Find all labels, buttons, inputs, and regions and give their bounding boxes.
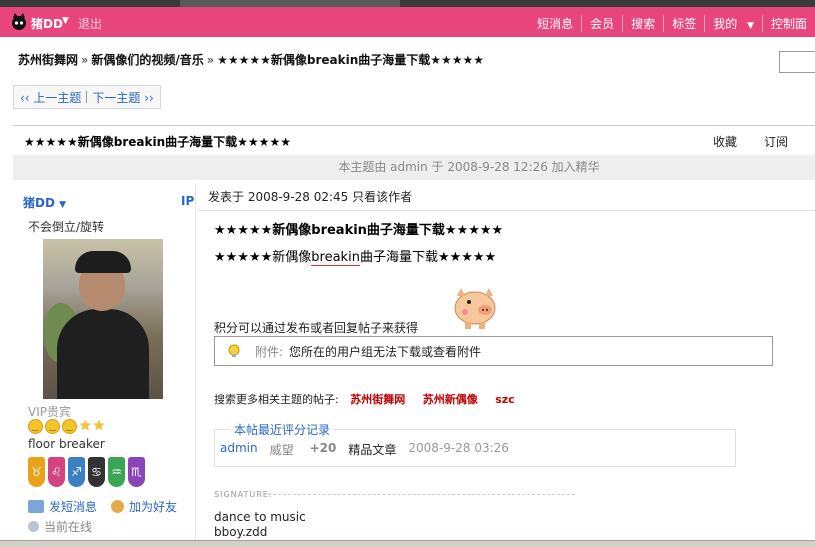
thread-actions: 收藏 订阅 xyxy=(713,133,815,150)
signature-text: dance to music bboy.zdd xyxy=(214,510,306,540)
avatar xyxy=(43,239,163,399)
search-box[interactable] xyxy=(779,51,815,73)
chevron-down-icon: ▼ xyxy=(59,200,67,210)
window-top-strip xyxy=(0,0,815,7)
rating-log: 本帖最近评分记录 admin 威望 +20 精品文章 2008-9-28 03:… xyxy=(214,421,736,467)
subscribe-link[interactable]: 订阅 xyxy=(764,133,788,150)
related-tag-link[interactable]: szc xyxy=(495,393,514,406)
related-tag-link[interactable]: 苏州新偶像 xyxy=(423,393,478,406)
medal-icon: ♒ xyxy=(108,457,125,487)
thread-header: ★★★★★新偶像breakin曲子海量下载★★★★★ 收藏 订阅 xyxy=(13,125,815,155)
rating-row: admin 威望 +20 精品文章 2008-9-28 03:26 xyxy=(220,441,521,458)
rating-time: 2008-9-28 03:26 xyxy=(408,441,509,455)
medal-icon: ♋ xyxy=(88,457,105,487)
breadcrumb-separator: » xyxy=(206,53,215,67)
rating-legend: 本帖最近评分记录 xyxy=(230,421,335,438)
nav-my-label: 我的 xyxy=(713,17,738,31)
post-divider xyxy=(198,210,815,211)
points-hint: 积分可以通过发布或者回复帖子来获得 xyxy=(214,321,419,335)
smiley-icon: ‿ xyxy=(28,419,43,434)
logout-link[interactable]: 退出 xyxy=(78,15,102,32)
nav-my[interactable]: 我的 ▼ xyxy=(704,15,762,32)
chevron-down-icon[interactable]: ▼ xyxy=(62,16,69,26)
attachment-label: 附件: xyxy=(255,344,284,359)
prev-thread-link[interactable]: ‹‹ 上一主题 xyxy=(20,89,81,106)
related-search: 搜索更多相关主题的帖子: 苏州街舞网 苏州新偶像 szc xyxy=(214,391,521,407)
related-label: 搜索更多相关主题的帖子: xyxy=(214,393,339,406)
post-title: ★★★★★新偶像breakin曲子海量下载★★★★★ xyxy=(214,223,504,238)
author-name-label: 猪DD xyxy=(23,196,55,210)
attachment-message: 您所在的用户组无法下载或查看附件 xyxy=(289,344,482,359)
post-body-underlined: breakin xyxy=(311,250,360,266)
breadcrumb-current: ★★★★★新偶像breakin曲子海量下载★★★★★ xyxy=(217,53,485,67)
add-friend-link[interactable]: 加为好友 xyxy=(129,498,177,515)
breadcrumb-home[interactable]: 苏州街舞网 xyxy=(18,53,78,67)
digest-notice: 本主题由 admin 于 2008-9-28 12:26 加入精华 xyxy=(13,155,815,180)
author-sidebar: 猪DD ▼ IP 不会倒立/旋转 VIP贵宾 ‿ ‿ ‿ ★ ★ floor b… xyxy=(13,183,196,546)
author-title: floor breaker xyxy=(28,437,105,451)
medal-icon: ♉ xyxy=(28,457,45,487)
cat-logo-icon xyxy=(12,13,26,30)
post-body: ★★★★★新偶像breakin曲子海量下载★★★★★ xyxy=(214,246,497,266)
browser-tab[interactable] xyxy=(180,0,400,7)
rating-value: +20 xyxy=(309,441,337,455)
medal-icon: ♐ xyxy=(68,457,85,487)
signature-line: dance to music xyxy=(214,510,306,524)
avatar-body xyxy=(57,309,149,399)
favorite-link[interactable]: 收藏 xyxy=(713,133,737,150)
rating-reason: 精品文章 xyxy=(348,443,397,457)
signature-line: bboy.zdd xyxy=(214,525,268,539)
nav-members[interactable]: 会员 xyxy=(581,15,622,32)
author-actions: 发短消息 加为好友 xyxy=(28,498,177,515)
nav-control-panel[interactable]: 控制面 xyxy=(761,15,815,32)
nav-tags[interactable]: 标签 xyxy=(663,15,704,32)
digest-notice-text: 本主题由 admin 于 2008-9-28 12:26 加入精华 xyxy=(338,160,600,174)
attachment-notice: 附件: 您所在的用户组无法下载或查看附件 xyxy=(214,336,773,366)
medal-icon: ♏ xyxy=(128,457,145,487)
envelope-icon xyxy=(28,500,44,513)
post-body-post: 曲子海量下载★★★★★ xyxy=(359,250,497,265)
pig-emoticon-icon xyxy=(454,288,496,329)
smiley-icon: ‿ xyxy=(45,419,60,434)
top-nav: 短消息 会员 搜索 标签 我的 ▼ 控制面 xyxy=(529,15,815,32)
nav-search[interactable]: 搜索 xyxy=(622,15,663,32)
rating-field: 威望 xyxy=(270,441,306,458)
breadcrumb-separator: » xyxy=(81,53,89,67)
chevron-down-icon: ▼ xyxy=(747,21,754,31)
rating-user-link[interactable]: admin xyxy=(220,441,258,458)
thread-pager: ‹‹ 上一主题 下一主题 ›› xyxy=(13,85,161,109)
author-name[interactable]: 猪DD ▼ xyxy=(23,194,66,211)
user-online-icon xyxy=(28,521,39,532)
breadcrumb: 苏州街舞网» 新偶像们的视频/音乐» ★★★★★新偶像breakin曲子海量下载★★… xyxy=(18,51,484,68)
thread-title: ★★★★★新偶像breakin曲子海量下载★★★★★ xyxy=(24,135,291,149)
medal-badges: ♉ ♌ ♐ ♋ ♒ ♏ xyxy=(28,457,148,487)
related-tag-link[interactable]: 苏州街舞网 xyxy=(350,393,405,406)
ip-link[interactable]: IP xyxy=(181,194,194,208)
post-content: 发表于 2008-9-28 02:45 只看该作者 ★★★★★新偶像breaki… xyxy=(198,183,815,546)
author-motto: 不会倒立/旋转 xyxy=(28,220,105,234)
online-status-text: 当前在线 xyxy=(44,520,93,534)
username-link[interactable]: 猪DD xyxy=(31,15,63,32)
pager-divider xyxy=(86,91,88,103)
signature-divider xyxy=(258,494,575,495)
post-meta: 发表于 2008-9-28 02:45 只看该作者 xyxy=(208,190,413,204)
add-friend-icon xyxy=(111,500,125,513)
nav-messages[interactable]: 短消息 xyxy=(529,15,581,32)
star-icon: ★ xyxy=(79,418,92,434)
online-status: 当前在线 xyxy=(28,518,92,535)
post-body-pre: ★★★★★新偶像 xyxy=(214,250,312,265)
medal-icon: ♌ xyxy=(48,457,65,487)
breadcrumb-forum[interactable]: 新偶像们的视频/音乐 xyxy=(91,53,203,67)
lightbulb-icon xyxy=(228,344,240,357)
top-bar: 猪DD ▼ 退出 短消息 会员 搜索 标签 我的 ▼ 控制面 xyxy=(0,7,815,37)
avatar-cap xyxy=(75,251,131,273)
send-message-link[interactable]: 发短消息 xyxy=(49,498,97,515)
next-thread-link[interactable]: 下一主题 ›› xyxy=(92,89,153,106)
smiley-icon: ‿ xyxy=(62,419,77,434)
rank-stars: ‿ ‿ ‿ ★ ★ xyxy=(28,419,106,434)
rating-field-label: 威望 xyxy=(269,443,294,457)
author-rank: VIP贵宾 xyxy=(28,405,71,419)
star-icon: ★ xyxy=(92,418,106,434)
